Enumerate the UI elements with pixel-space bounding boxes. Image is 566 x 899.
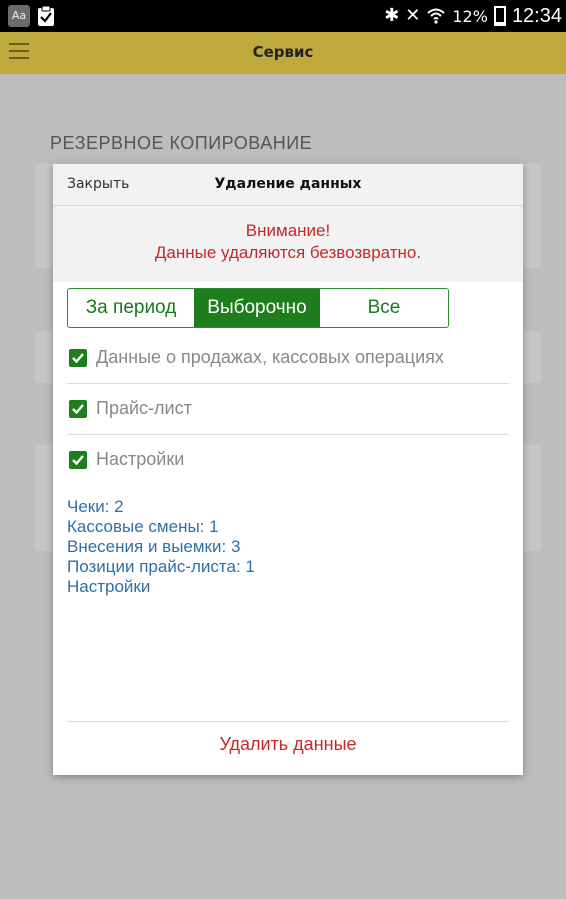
- divider: [67, 721, 509, 722]
- warning-banner: Внимание! Данные удаляются безвозвратно.: [53, 206, 523, 282]
- summary-price-items: Позиции прайс-листа: 1: [67, 557, 255, 576]
- summary-receipts: Чеки: 2: [67, 497, 124, 516]
- warning-title: Внимание!: [245, 221, 331, 240]
- delete-data-button[interactable]: Удалить данные: [53, 734, 523, 755]
- checkbox-checked-icon[interactable]: [69, 400, 87, 418]
- summary-shifts: Кассовые смены: 1: [67, 517, 219, 536]
- checkbox-label: Данные о продажах, кассовых операциях: [96, 347, 444, 367]
- checkbox-label: Прайс-лист: [96, 398, 192, 418]
- status-right: ✱ ✕ 12% 12:34: [384, 2, 562, 30]
- backup-section-title: РЕЗЕРВНОЕ КОПИРОВАНИЕ: [50, 133, 313, 153]
- page-title: Сервис: [252, 43, 314, 61]
- battery-icon: [493, 6, 506, 26]
- app-icon: Aa: [8, 5, 30, 27]
- checkbox-checked-icon[interactable]: [69, 349, 87, 367]
- checkbox-checked-icon[interactable]: [69, 451, 87, 469]
- mute-icon: ✕: [405, 5, 421, 26]
- warning-text: Данные удаляются безвозвратно.: [154, 243, 422, 262]
- checkbox-label: Настройки: [96, 449, 185, 469]
- dialog-title: Удаление данных: [214, 176, 362, 192]
- mode-segmented-control: За период Выборочно Все: [67, 288, 449, 328]
- delete-data-dialog: Закрыть Удаление данных Внимание! Данные…: [53, 164, 523, 775]
- deletion-summary: Чеки: 2 Кассовые смены: 1 Внесения и вые…: [67, 497, 255, 597]
- dialog-header: Закрыть Удаление данных: [53, 164, 523, 206]
- segment-period[interactable]: За период: [68, 289, 194, 327]
- segment-all[interactable]: Все: [320, 289, 448, 327]
- battery-percent: 12%: [452, 6, 488, 26]
- status-left: Aa: [8, 5, 56, 27]
- checkbox-settings[interactable]: Настройки: [67, 436, 509, 486]
- status-bar: Aa ✱ ✕ 12% 12:34: [0, 0, 566, 32]
- checkbox-sales-data[interactable]: Данные о продажах, кассовых операциях: [67, 334, 509, 384]
- clipboard-icon: [38, 5, 54, 26]
- summary-cash-ops: Внесения и выемки: 3: [67, 537, 241, 556]
- segment-selective[interactable]: Выборочно: [194, 289, 320, 327]
- app-bar: Сервис: [0, 32, 566, 74]
- status-time: 12:34: [511, 4, 562, 27]
- wifi-icon: [427, 8, 446, 24]
- bluetooth-icon: ✱: [384, 5, 400, 26]
- checkbox-price-list[interactable]: Прайс-лист: [67, 385, 509, 435]
- summary-settings: Настройки: [67, 577, 151, 596]
